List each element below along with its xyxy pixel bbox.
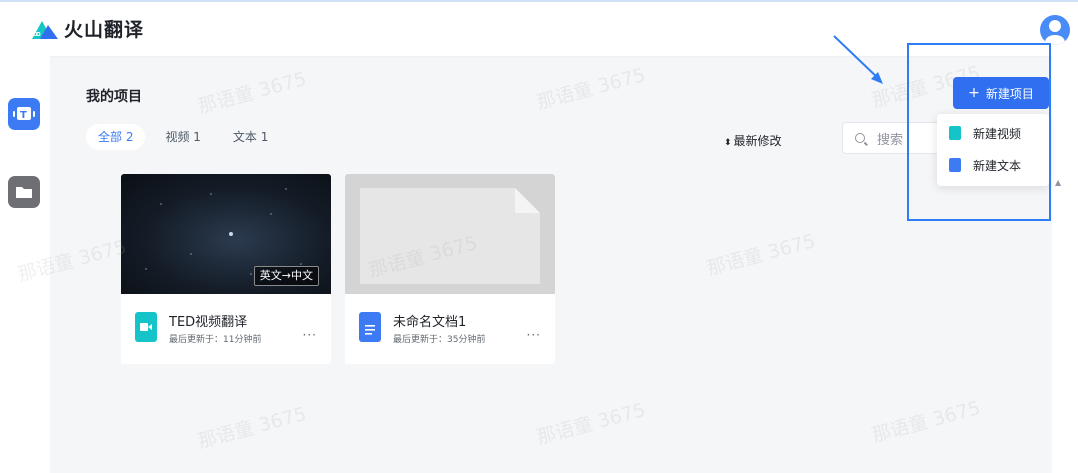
more-options-icon[interactable]: ··· [527,328,541,342]
sidebar-video-translate-button[interactable]: T [8,98,40,130]
video-file-icon [135,312,157,342]
language-pair-badge: 英文→中文 [253,266,319,286]
annotation-highlight-box [907,43,1051,221]
app-name: 火山翻译 [64,19,145,41]
page-title: 我的项目 [86,89,142,105]
tab-video[interactable]: 视频 1 [153,124,212,150]
tab-text[interactable]: 文本 1 [221,124,280,150]
card-info: TED视频翻译 最后更新于：11分钟前 ··· [121,294,331,364]
project-name: 未命名文档1 [393,315,467,330]
filter-tabs: 全部 2 视频 1 文本 1 [86,124,280,150]
search-icon [855,133,865,143]
user-icon [1045,20,1065,45]
user-avatar[interactable] [1040,15,1070,45]
sort-label: 最新修改 [733,134,782,148]
sort-arrows-icon: ⬍ [724,138,732,148]
project-card[interactable]: 英文→中文 TED视频翻译 最后更新于：11分钟前 ··· [121,174,331,364]
scrollbar[interactable] [1052,56,1078,473]
folder-icon [16,187,32,198]
project-updated-time: 最后更新于：35分钟前 [393,335,486,345]
scroll-up-icon[interactable]: ▲ [1055,178,1061,187]
project-name: TED视频翻译 [169,315,248,330]
project-updated-time: 最后更新于：11分钟前 [169,335,262,345]
video-thumbnail: 英文→中文 [121,174,331,294]
tab-all[interactable]: 全部 2 [86,124,146,150]
more-options-icon[interactable]: ··· [303,328,317,342]
sidebar-folder-button[interactable] [8,176,40,208]
card-info: 未命名文档1 最后更新于：35分钟前 ··· [345,294,555,364]
sort-dropdown[interactable]: ⬍ 最新修改 [724,132,782,149]
volcano-logo-icon: ꝏ [32,20,58,39]
document-lines-icon [365,325,375,335]
svg-text:ꝏ: ꝏ [33,30,41,38]
doc-file-icon [359,312,381,342]
svg-text:T: T [20,110,27,121]
app-logo[interactable]: ꝏ 火山翻译 [30,15,144,42]
video-camera-icon [140,323,152,331]
search-placeholder: 搜索 [877,132,904,148]
video-translate-icon: T [13,107,35,121]
